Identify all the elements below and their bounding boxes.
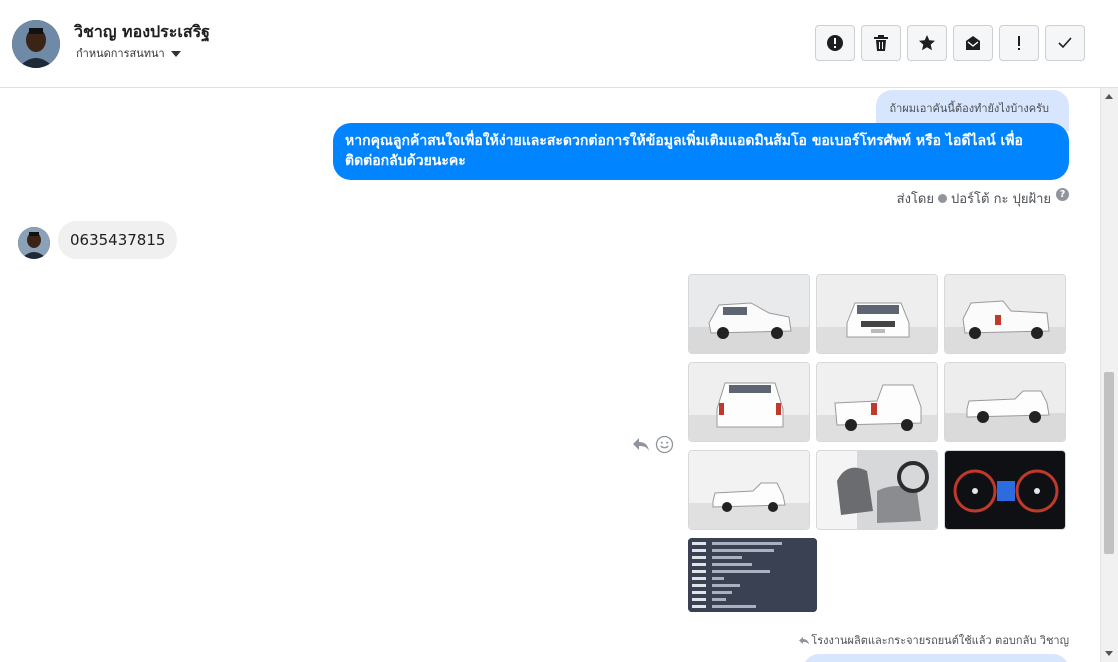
exclamation-icon: [1018, 36, 1020, 50]
contact-name[interactable]: วิชาญ ทองประเสริฐ: [74, 20, 210, 45]
mark-done-button[interactable]: [1045, 25, 1085, 61]
sent-by-info: ส่งโดย ปอร์โต้ กะ ปุยฝ้าย: [897, 188, 1051, 209]
scrollbar-thumb[interactable]: [1104, 372, 1114, 554]
spam-alert-button[interactable]: [815, 25, 855, 61]
photo-document[interactable]: [688, 538, 817, 612]
contact-avatar[interactable]: [12, 20, 60, 68]
photo-side-far[interactable]: [688, 450, 810, 530]
alert-circle-icon: [827, 35, 843, 51]
photo-dashboard[interactable]: [944, 450, 1066, 530]
scroll-down-icon[interactable]: [1105, 651, 1113, 656]
reply-attribution-text: โรงงานผลิตและกระจายรถยนต์ใช้แล้ว ตอบกลับ…: [811, 634, 1069, 647]
sender-name: ปอร์โต้ กะ ปุยฝ้าย: [951, 192, 1051, 207]
sent-by-label: ส่งโดย: [896, 192, 934, 207]
conversation-header: วิชาญ ทองประเสริฐ กำหนดการสนทนา: [0, 0, 1118, 88]
emoji-reaction-icon[interactable]: [655, 435, 674, 454]
verified-icon: [938, 194, 947, 203]
photo-rear[interactable]: [688, 362, 810, 442]
follow-up-button[interactable]: [999, 25, 1039, 61]
mark-unread-button[interactable]: [953, 25, 993, 61]
photo-rear-right[interactable]: [944, 274, 1066, 354]
star-icon: [919, 35, 935, 51]
customer-message-bubble[interactable]: 0635437815: [58, 221, 178, 259]
next-quoted-message: [803, 654, 1069, 662]
scroll-up-icon[interactable]: [1105, 94, 1113, 99]
page-message-bubble[interactable]: หากคุณลูกค้าสนใจเพื่อให้ง่ายและสะดวกต่อก…: [333, 123, 1069, 180]
reply-icon[interactable]: [632, 436, 650, 452]
header-actions: [815, 25, 1085, 61]
thread-scrollbar[interactable]: [1100, 88, 1118, 662]
photo-front-left[interactable]: [688, 274, 810, 354]
envelope-icon: [966, 36, 980, 50]
photo-rear-left[interactable]: [816, 362, 938, 442]
photo-front[interactable]: [816, 274, 938, 354]
delete-button[interactable]: [861, 25, 901, 61]
star-button[interactable]: [907, 25, 947, 61]
check-icon: [1058, 37, 1072, 49]
assign-conversation-dropdown[interactable]: กำหนดการสนทนา: [76, 44, 181, 62]
reply-arrow-icon: [799, 636, 810, 644]
customer-avatar[interactable]: [18, 227, 50, 259]
help-icon[interactable]: ?: [1056, 188, 1069, 201]
message-thread[interactable]: ถ้าผมเอาคันนี้ต้องทำยังไงบ้างครับ หากคุณ…: [0, 88, 1100, 662]
photo-side[interactable]: [944, 362, 1066, 442]
chevron-down-icon: [170, 51, 181, 57]
trash-icon: [874, 35, 888, 51]
assign-label: กำหนดการสนทนา: [76, 47, 165, 60]
reply-attribution: โรงงานผลิตและกระจายรถยนต์ใช้แล้ว ตอบกลับ…: [799, 631, 1069, 649]
photo-interior[interactable]: [816, 450, 938, 530]
